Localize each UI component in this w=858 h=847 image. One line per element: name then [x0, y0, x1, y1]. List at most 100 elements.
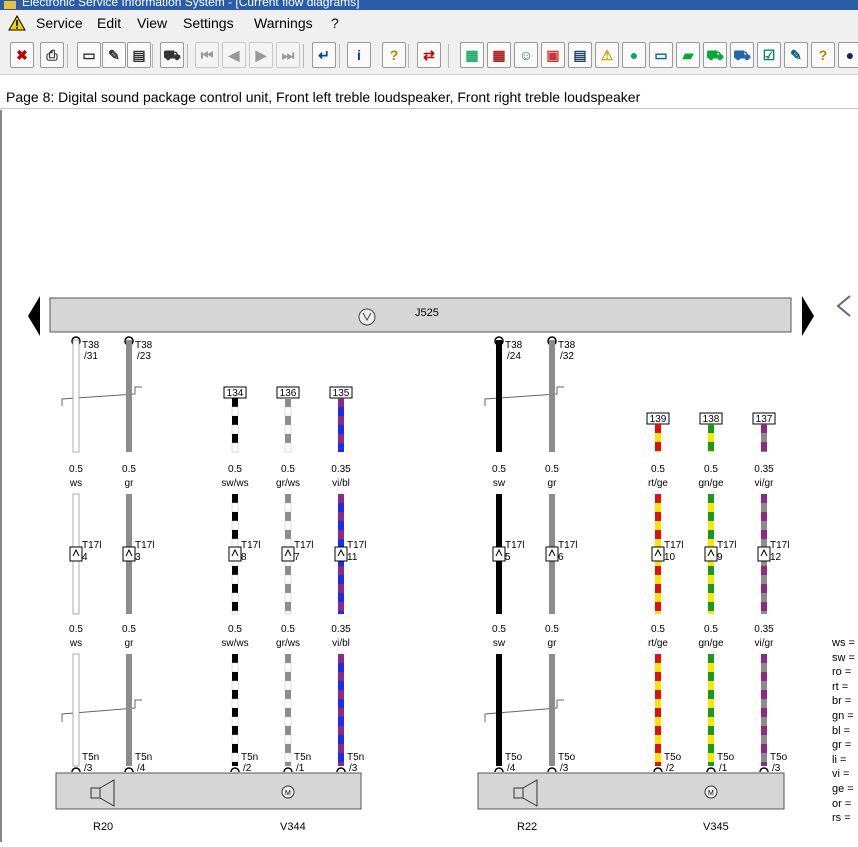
wire-segment[interactable] [285, 416, 291, 425]
wire-segment[interactable] [285, 744, 291, 753]
next-page-arrow-icon[interactable] [802, 296, 814, 336]
wire-segment[interactable] [655, 433, 661, 442]
wire-segment[interactable] [338, 753, 344, 762]
wire-segment[interactable] [126, 654, 132, 766]
wire-segment[interactable] [285, 654, 291, 663]
wire-segment[interactable] [761, 512, 767, 521]
wire-segment[interactable] [708, 494, 714, 503]
wire-segment[interactable] [338, 494, 344, 503]
wire-segment[interactable] [338, 726, 344, 735]
wire-segment[interactable] [232, 654, 238, 663]
wire-segment[interactable] [232, 602, 238, 611]
wire-segment[interactable] [761, 681, 767, 690]
wire-segment[interactable] [708, 762, 714, 766]
window-icon[interactable]: ▭ [649, 42, 673, 68]
wire-segment[interactable] [655, 681, 661, 690]
wire-segment[interactable] [761, 717, 767, 726]
wire-segment[interactable] [231, 734, 239, 745]
wire-segment[interactable] [284, 752, 292, 763]
wire-segment[interactable] [655, 672, 661, 681]
menu-warnings[interactable]: Warnings [254, 15, 313, 31]
wire-segment[interactable] [655, 593, 661, 602]
wire-segment[interactable] [285, 512, 291, 521]
wire-segment[interactable] [761, 530, 767, 539]
wire-segment[interactable] [285, 566, 291, 575]
wire-segment[interactable] [338, 699, 344, 708]
wire-segment[interactable] [284, 520, 292, 531]
wire-segment[interactable] [338, 735, 344, 744]
wire-segment[interactable] [708, 672, 714, 681]
wire-segment[interactable] [761, 663, 767, 672]
wire-segment[interactable] [496, 340, 502, 452]
wire-segment[interactable] [761, 521, 767, 530]
wire-segment[interactable] [338, 503, 344, 512]
wire-segment[interactable] [285, 494, 291, 503]
menu-edit[interactable]: Edit [97, 15, 121, 31]
wire-segment[interactable] [231, 680, 239, 691]
wire-segment[interactable] [231, 752, 239, 763]
wire-segment[interactable] [231, 442, 239, 453]
wire-segment[interactable] [761, 584, 767, 593]
wire-segment[interactable] [338, 434, 344, 443]
wire-segment[interactable] [285, 762, 291, 766]
list-icon[interactable]: ▤ [568, 42, 592, 68]
wire-segment[interactable] [338, 584, 344, 593]
menu-settings[interactable]: Settings [183, 15, 234, 31]
wire-segment[interactable] [284, 680, 292, 691]
wire-segment[interactable] [549, 340, 555, 452]
wire-segment[interactable] [655, 611, 661, 614]
wire-segment[interactable] [708, 442, 714, 451]
wire-segment[interactable] [338, 654, 344, 663]
wire-segment[interactable] [655, 451, 661, 452]
wire-segment[interactable] [284, 502, 292, 513]
tools-icon[interactable]: ▰ [676, 42, 700, 68]
wire-segment[interactable] [708, 521, 714, 530]
wire-segment[interactable] [232, 398, 238, 407]
manual-icon[interactable]: ▣ [541, 42, 565, 68]
wire-segment[interactable] [655, 584, 661, 593]
wire-segment[interactable] [284, 574, 292, 585]
wire-segment[interactable] [708, 451, 714, 452]
notes-icon[interactable]: ▤ [127, 42, 151, 68]
wire-segment[interactable] [338, 575, 344, 584]
wire-segment[interactable] [708, 753, 714, 762]
wire-segment[interactable] [655, 512, 661, 521]
wire-segment[interactable] [549, 654, 555, 766]
wire-segment[interactable] [338, 407, 344, 416]
wire-segment[interactable] [338, 611, 344, 614]
wire-segment[interactable] [284, 716, 292, 727]
wire-segment[interactable] [761, 451, 767, 452]
wire-segment[interactable] [708, 584, 714, 593]
wire-segment[interactable] [655, 753, 661, 762]
wire-segment[interactable] [655, 442, 661, 451]
wire-segment[interactable] [232, 434, 238, 443]
wire-segment[interactable] [655, 494, 661, 503]
wire-segment[interactable] [708, 424, 714, 433]
wire-segment[interactable] [708, 717, 714, 726]
wire-segment[interactable] [761, 708, 767, 717]
wire-segment[interactable] [708, 699, 714, 708]
pen-icon[interactable]: ✎ [784, 42, 808, 68]
wire-segment[interactable] [708, 611, 714, 614]
wire-segment[interactable] [338, 663, 344, 672]
wire-segment[interactable] [761, 753, 767, 762]
wire-segment[interactable] [655, 744, 661, 753]
wire-segment[interactable] [284, 592, 292, 603]
wire-segment[interactable] [761, 762, 767, 766]
component-r20-v344[interactable] [55, 772, 362, 810]
checklist-icon[interactable]: ☑ [757, 42, 781, 68]
wire-segment[interactable] [338, 681, 344, 690]
wire-segment[interactable] [655, 735, 661, 744]
wire-segment[interactable] [761, 424, 767, 433]
wire-segment[interactable] [655, 602, 661, 611]
wire-segment[interactable] [232, 512, 238, 521]
wire-segment[interactable] [655, 663, 661, 672]
wire-segment[interactable] [285, 434, 291, 443]
wire-segment[interactable] [708, 681, 714, 690]
wire-segment[interactable] [231, 592, 239, 603]
wire-segment[interactable] [284, 442, 292, 453]
person-icon[interactable]: ☺ [514, 42, 538, 68]
wire-segment[interactable] [232, 530, 238, 539]
exit-icon[interactable]: ✖ [10, 42, 34, 68]
wire-segment[interactable] [708, 602, 714, 611]
